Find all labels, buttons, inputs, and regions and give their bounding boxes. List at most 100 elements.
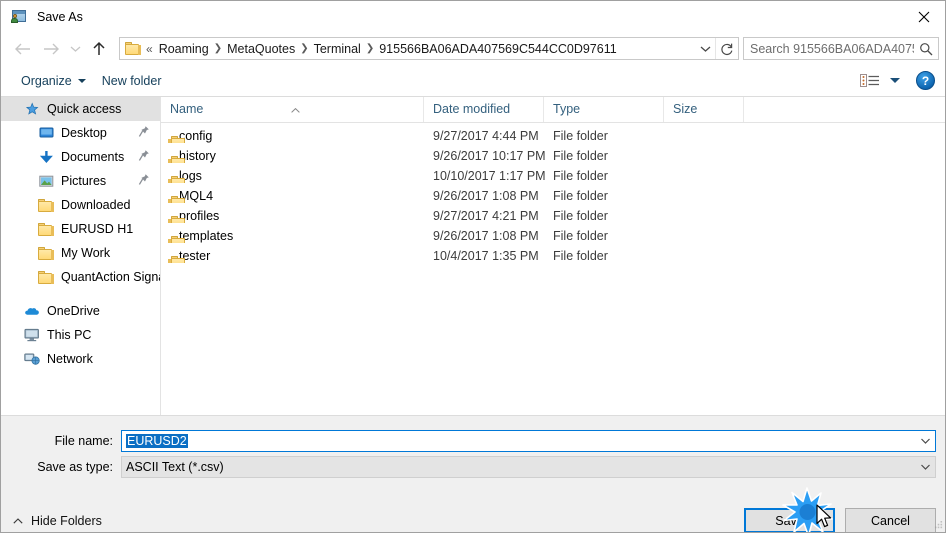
file-date-cell: 9/26/2017 10:17 PM: [433, 149, 546, 163]
pictures-icon: [37, 173, 55, 189]
folder-icon: [37, 221, 55, 237]
file-date-cell: 10/4/2017 1:35 PM: [433, 249, 539, 263]
file-name-value[interactable]: EURUSD2: [122, 434, 915, 448]
breadcrumb-separator[interactable]: ❯: [213, 43, 223, 54]
help-icon[interactable]: ?: [916, 71, 935, 90]
sidebar-item-label: Pictures: [61, 174, 107, 188]
save-as-dialog: Save As « Roaming ❯ MetaQuotes ❯ Termina…: [0, 0, 946, 533]
folder-icon: [37, 245, 55, 261]
sidebar-item-label: EURUSD H1: [61, 222, 134, 236]
new-folder-label: New folder: [101, 73, 162, 88]
sidebar-item-quick-access[interactable]: Quick access: [1, 97, 160, 121]
breadcrumb-item-metaquotes[interactable]: MetaQuotes: [223, 41, 299, 57]
file-rows: config 9/27/2017 4:44 PM File folder his…: [161, 123, 945, 266]
sort-ascending-icon: [291, 97, 300, 113]
back-arrow-icon: [15, 43, 30, 54]
file-date-cell: 9/26/2017 1:08 PM: [433, 229, 539, 243]
save-button[interactable]: Save: [744, 508, 835, 532]
chevron-down-icon: [77, 78, 86, 83]
file-date-cell: 10/10/2017 1:17 PM: [433, 169, 546, 183]
column-header-size[interactable]: Size: [664, 97, 744, 122]
sidebar-item-onedrive[interactable]: OneDrive: [1, 299, 160, 323]
view-layout-icon[interactable]: [859, 72, 881, 90]
close-icon: [918, 11, 930, 22]
sidebar-item-pictures[interactable]: Pictures: [1, 169, 160, 193]
breadcrumb: « Roaming ❯ MetaQuotes ❯ Terminal ❯ 9155…: [141, 41, 695, 57]
back-button[interactable]: [9, 36, 37, 62]
file-name-row: File name: EURUSD2: [1, 430, 945, 452]
sidebar-item-downloaded[interactable]: Downloaded: [1, 193, 160, 217]
file-type-cell: File folder: [553, 189, 608, 203]
forward-button[interactable]: [37, 36, 65, 62]
sidebar-item-quantaction-signal[interactable]: QuantAction Signal: [1, 265, 160, 289]
sidebar-item-this-pc[interactable]: This PC: [1, 323, 160, 347]
breadcrumb-separator[interactable]: ❯: [299, 43, 309, 54]
up-button[interactable]: [85, 36, 113, 62]
column-header-date-modified[interactable]: Date modified: [424, 97, 544, 122]
save-as-type-dropdown-button[interactable]: [915, 457, 935, 477]
command-toolbar: Organize New folder ?: [1, 65, 945, 97]
folder-icon: [37, 197, 55, 213]
pin-icon[interactable]: [138, 125, 150, 141]
sidebar-item-label: Documents: [61, 150, 125, 164]
column-header-name[interactable]: Name: [161, 97, 424, 122]
file-name-selected-text: EURUSD2: [126, 434, 188, 448]
breadcrumb-item-terminal-id[interactable]: 915566BA06ADA407569C544CC0D97611: [375, 41, 620, 57]
star-pin-icon: [23, 101, 41, 117]
cancel-button[interactable]: Cancel: [845, 508, 936, 532]
file-name-dropdown-button[interactable]: [915, 431, 935, 451]
table-row[interactable]: templates 9/26/2017 1:08 PM File folder: [161, 226, 945, 246]
hide-folders-button[interactable]: Hide Folders: [13, 514, 102, 528]
organize-button[interactable]: Organize: [13, 69, 94, 93]
sidebar-item-my-work[interactable]: My Work: [1, 241, 160, 265]
sidebar-item-documents[interactable]: Documents: [1, 145, 160, 169]
close-button[interactable]: [901, 1, 945, 32]
save-as-type-value: ASCII Text (*.csv): [126, 460, 224, 474]
address-folder-icon: [125, 41, 141, 56]
sidebar-item-label: Network: [47, 352, 93, 366]
table-row[interactable]: tester 10/4/2017 1:35 PM File folder: [161, 246, 945, 266]
file-name-cell: MQL4: [161, 189, 424, 203]
view-dropdown-caret-icon[interactable]: [890, 78, 900, 83]
up-arrow-icon: [93, 41, 105, 55]
file-type-cell: File folder: [553, 169, 608, 183]
address-dropdown-button[interactable]: [695, 38, 715, 59]
refresh-button[interactable]: [715, 38, 738, 59]
breadcrumb-overflow[interactable]: «: [144, 41, 155, 57]
file-name-cell: config: [161, 129, 424, 143]
file-name-cell: history: [161, 149, 424, 163]
save-as-type-label: Save as type:: [37, 460, 113, 474]
sidebar-item-desktop[interactable]: Desktop: [1, 121, 160, 145]
refresh-icon: [721, 43, 733, 55]
table-row[interactable]: history 9/26/2017 10:17 PM File folder: [161, 146, 945, 166]
sidebar-item-label: Quick access: [47, 102, 122, 116]
sidebar-item-network[interactable]: Network: [1, 347, 160, 371]
window-title: Save As: [37, 9, 83, 24]
new-folder-button[interactable]: New folder: [94, 69, 170, 93]
file-type-cell: File folder: [553, 249, 608, 263]
column-header-type[interactable]: Type: [544, 97, 664, 122]
sidebar-divider: [1, 289, 160, 299]
breadcrumb-item-roaming[interactable]: Roaming: [155, 41, 213, 57]
sidebar-item-eurusd-h1[interactable]: EURUSD H1: [1, 217, 160, 241]
pin-icon[interactable]: [138, 149, 150, 165]
file-date-cell: 9/26/2017 1:08 PM: [433, 189, 539, 203]
search-box[interactable]: Search 915566BA06ADA40756...: [743, 37, 939, 60]
save-as-type-select[interactable]: ASCII Text (*.csv): [121, 456, 936, 478]
pin-icon[interactable]: [138, 173, 150, 189]
address-bar[interactable]: « Roaming ❯ MetaQuotes ❯ Terminal ❯ 9155…: [119, 37, 739, 60]
navigation-bar: « Roaming ❯ MetaQuotes ❯ Terminal ❯ 9155…: [1, 32, 945, 65]
chevron-down-icon: [70, 46, 80, 52]
table-row[interactable]: logs 10/10/2017 1:17 PM File folder: [161, 166, 945, 186]
recent-locations-button[interactable]: [65, 36, 85, 62]
save-as-window-icon: [10, 8, 27, 25]
table-row[interactable]: config 9/27/2017 4:44 PM File folder: [161, 126, 945, 146]
table-row[interactable]: MQL4 9/26/2017 1:08 PM File folder: [161, 186, 945, 206]
breadcrumb-item-terminal[interactable]: Terminal: [310, 41, 365, 57]
search-input[interactable]: Search 915566BA06ADA40756...: [744, 42, 914, 56]
file-type-cell: File folder: [553, 129, 608, 143]
table-row[interactable]: profiles 9/27/2017 4:21 PM File folder: [161, 206, 945, 226]
breadcrumb-separator[interactable]: ❯: [365, 43, 375, 54]
resize-grip-icon[interactable]: [932, 519, 944, 531]
file-name-input[interactable]: EURUSD2: [121, 430, 936, 452]
